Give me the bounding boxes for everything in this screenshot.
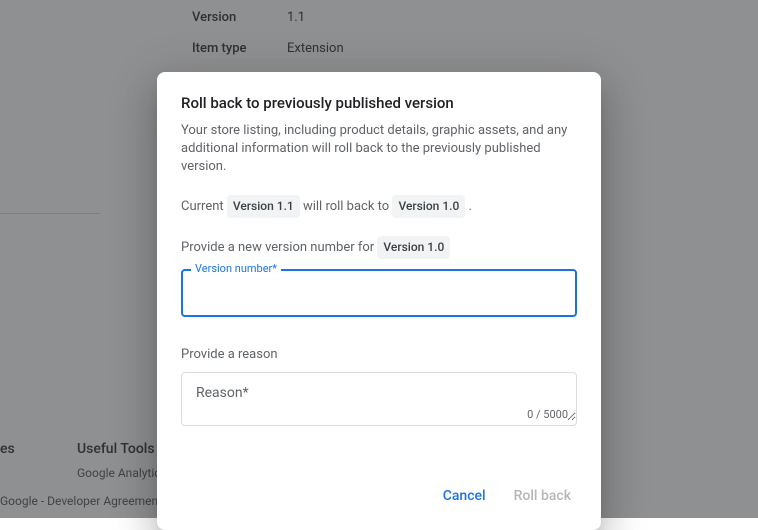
current-label: Current xyxy=(181,199,224,214)
provide-version-label: Provide a new version number for xyxy=(181,240,374,255)
rollback-dialog: Roll back to previously published versio… xyxy=(157,72,601,530)
current-version-chip: Version 1.1 xyxy=(227,195,300,218)
provide-version-line: Provide a new version number for Version… xyxy=(181,236,577,259)
rollback-button[interactable]: Roll back xyxy=(504,480,581,512)
dialog-version-info: Current Version 1.1 will roll back to Ve… xyxy=(181,195,577,218)
cancel-button[interactable]: Cancel xyxy=(433,480,496,512)
provide-version-chip: Version 1.0 xyxy=(377,236,450,259)
version-number-label: Version number* xyxy=(191,262,281,275)
period: . xyxy=(469,199,472,214)
reason-textarea[interactable] xyxy=(182,373,576,421)
dialog-description: Your store listing, including product de… xyxy=(181,122,577,177)
dialog-actions: Cancel Roll back xyxy=(157,470,601,522)
dialog-title: Roll back to previously published versio… xyxy=(181,94,577,112)
char-count: 0 / 5000 xyxy=(527,408,568,421)
target-version-chip: Version 1.0 xyxy=(392,195,465,218)
reason-field: 0 / 5000 xyxy=(181,372,577,426)
version-number-input[interactable] xyxy=(181,269,577,317)
modal-overlay: Roll back to previously published versio… xyxy=(0,0,758,518)
version-number-field: Version number* xyxy=(181,269,577,317)
rollback-mid: will roll back to xyxy=(303,199,389,214)
provide-reason-label: Provide a reason xyxy=(181,347,577,362)
